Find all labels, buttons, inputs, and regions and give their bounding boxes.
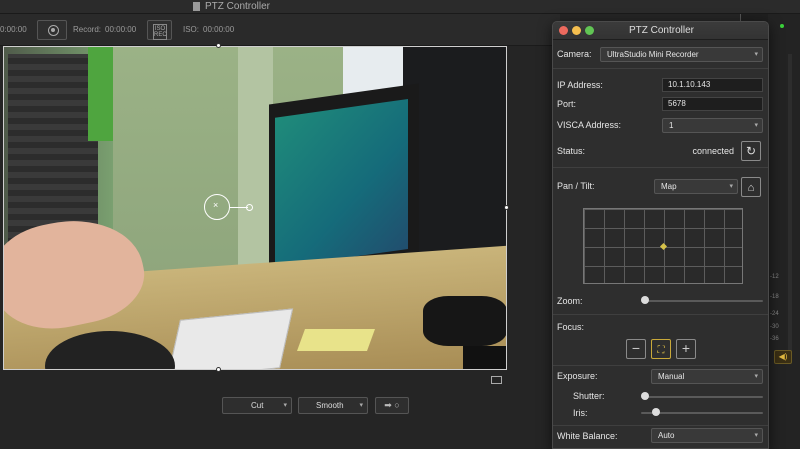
pan-tilt-label: Pan / Tilt: [557, 181, 595, 191]
white-balance-label: White Balance: [557, 431, 618, 441]
ptz-titlebar: PTZ Controller [553, 22, 768, 40]
divider [553, 365, 768, 366]
zoom-slider[interactable] [641, 300, 763, 302]
ptz-target-reticle[interactable] [204, 194, 230, 220]
monitor-icon[interactable] [491, 376, 502, 384]
port-field[interactable]: 5678 [662, 97, 763, 111]
scene-acoustic-foam [8, 54, 98, 244]
zoom-label: Zoom: [557, 296, 583, 306]
visca-address-label: VISCA Address: [557, 120, 622, 130]
meter-label: -30 [770, 324, 779, 330]
elapsed-time: 0:00:00 [0, 25, 27, 34]
chevron-down-icon: ▾ [754, 432, 758, 439]
meter-label: -18 [770, 294, 779, 300]
visca-address-value: 1 [669, 121, 674, 130]
transition-go-button[interactable]: ➡ ○ [375, 397, 409, 414]
iso-record-button[interactable]: ISO REC [147, 20, 172, 40]
autofocus-icon: ⛶ [657, 345, 665, 356]
home-icon: ⌂ [747, 182, 755, 194]
scene-pillar [238, 46, 273, 286]
exposure-mode-value: Manual [658, 372, 685, 381]
chevron-down-icon: ▾ [754, 373, 758, 380]
exposure-label: Exposure: [557, 371, 598, 381]
scene-monitor-screen [275, 99, 408, 268]
chevron-down-icon: ▾ [754, 51, 758, 58]
visca-address-select[interactable]: 1 ▾ [662, 118, 763, 133]
frame-handle-top[interactable] [216, 43, 221, 48]
scene-monitor-left [269, 83, 419, 280]
camera-value: UltraStudio Mini Recorder [607, 50, 699, 59]
audio-meter-strip: -12 -18 -24 -30 -36 ◀) [768, 14, 800, 449]
record-button[interactable] [37, 20, 67, 40]
record-time: 00:00:00 [105, 25, 137, 34]
shutter-slider[interactable] [641, 396, 763, 398]
chevron-down-icon: ▾ [359, 402, 363, 409]
camera-select[interactable]: UltraStudio Mini Recorder ▾ [600, 47, 763, 62]
scene-phone [463, 346, 507, 370]
focus-label: Focus: [557, 322, 585, 332]
divider [553, 68, 768, 69]
iris-label: Iris: [573, 408, 588, 418]
focus-far-button[interactable]: + [676, 339, 696, 359]
record-label: Record: [73, 25, 102, 34]
port-label: Port: [557, 99, 577, 109]
shutter-label: Shutter: [573, 391, 605, 401]
main-window-title: PTZ Controller [205, 1, 271, 12]
ip-address-label: IP Address: [557, 80, 603, 90]
ptz-window-title: PTZ Controller [628, 25, 694, 36]
ptz-controller-panel: PTZ Controller Camera: UltraStudio Mini … [552, 21, 769, 449]
focus-near-button[interactable]: − [626, 339, 646, 359]
divider [553, 314, 768, 315]
ip-address-field[interactable]: 10.1.10.143 [662, 78, 763, 92]
status-label: Status: [557, 146, 586, 156]
transition-cut-label: Cut [251, 401, 264, 410]
transition-smooth-label: Smooth [316, 401, 344, 410]
app-window: PTZ Controller 0:00:00 Record: 00:00:00 … [0, 0, 800, 449]
audio-signal-led [780, 24, 784, 28]
main-titlebar: PTZ Controller [0, 0, 800, 14]
iso-time: 00:00:00 [203, 25, 235, 34]
white-balance-value: Auto [658, 431, 675, 440]
autofocus-button[interactable]: ⛶ [651, 339, 671, 359]
iso-rec-icon: ISO REC [153, 24, 167, 40]
transition-smooth-select[interactable]: Smooth ▾ [298, 397, 368, 414]
camera-preview[interactable] [3, 46, 507, 370]
audio-level-meter [788, 54, 792, 354]
chevron-down-icon: ▾ [283, 402, 287, 409]
record-toolbar: 0:00:00 Record: 00:00:00 ISO REC ISO: 00… [0, 14, 560, 46]
iso-label: ISO: [183, 25, 200, 34]
pan-tilt-mode-value: Map [661, 182, 677, 191]
camera-label: Camera: [557, 49, 592, 59]
iris-slider-knob[interactable] [652, 408, 661, 416]
shutter-slider-knob[interactable] [641, 392, 649, 400]
frame-handle-bottom[interactable] [216, 367, 221, 372]
reticle-handle[interactable] [246, 204, 253, 211]
meter-label: -36 [770, 336, 779, 342]
exposure-mode-select[interactable]: Manual ▾ [651, 369, 763, 384]
white-balance-select[interactable]: Auto ▾ [651, 428, 763, 443]
scene-sticky-note [296, 329, 376, 351]
frame-handle-right[interactable] [504, 205, 509, 210]
refresh-icon: ↻ [745, 144, 757, 158]
divider [553, 167, 768, 168]
zoom-slider-knob[interactable] [641, 296, 649, 304]
meter-label: -12 [770, 274, 779, 280]
scene-device [423, 296, 507, 346]
transition-cut-select[interactable]: Cut ▾ [222, 397, 292, 414]
speaker-icon[interactable]: ◀) [774, 350, 792, 364]
meter-label: -24 [770, 311, 779, 317]
pan-tilt-mode-select[interactable]: Map ▾ [654, 179, 738, 194]
reconnect-button[interactable]: ↻ [741, 141, 761, 161]
chevron-down-icon: ▾ [729, 183, 733, 190]
chevron-down-icon: ▾ [754, 122, 758, 129]
status-value: connected [692, 146, 734, 156]
document-icon [193, 2, 200, 11]
record-icon [48, 25, 59, 36]
divider [553, 425, 768, 426]
pan-tilt-home-button[interactable]: ⌂ [741, 177, 761, 197]
